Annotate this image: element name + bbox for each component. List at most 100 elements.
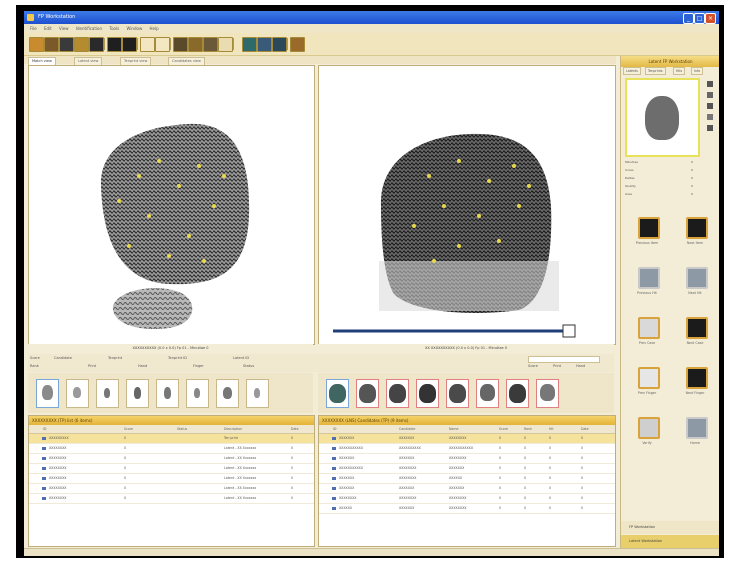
maximize-button[interactable]: □: [694, 13, 705, 24]
right-fingerprint-pane[interactable]: [318, 65, 616, 345]
table-row[interactable]: XXXXXXX XXXXXXX XXXXXXX 0 0 0 0: [319, 484, 615, 494]
table-row[interactable]: XXXXXX XXXXXXX XXXXXXXX 0 0 0 0: [319, 504, 615, 514]
rotate-icon[interactable]: [707, 92, 713, 98]
table-row[interactable]: XXXXXXXX 0 Latent - XX Xxxxxxx 0: [29, 464, 314, 474]
open-icon[interactable]: [29, 37, 44, 52]
thumbnail[interactable]: [536, 379, 559, 408]
table-row[interactable]: XXXXXXXX XXXXXXXX XXXXXXXX 0 0 0 0: [319, 494, 615, 504]
score-label: Score: [30, 356, 40, 360]
thumbnail[interactable]: [446, 379, 469, 408]
menu-file[interactable]: File: [30, 24, 37, 33]
thumbnail[interactable]: [36, 379, 59, 408]
next-finger-button[interactable]: Next Finger: [673, 361, 717, 407]
edit-icon[interactable]: [707, 125, 713, 131]
column-header[interactable]: Hit: [549, 425, 554, 433]
thumbnail[interactable]: [476, 379, 499, 408]
thumbnail[interactable]: [186, 379, 209, 408]
contrast-icon[interactable]: [707, 114, 713, 120]
enhance-icon[interactable]: [203, 37, 218, 52]
flip-icon[interactable]: [707, 103, 713, 109]
thumbnail[interactable]: [506, 379, 529, 408]
table-row[interactable]: XXXXXXXX 0 Latent - XX Xxxxxxx 0: [29, 494, 314, 504]
prev-finger-button[interactable]: Prev Finger: [625, 361, 669, 407]
menu-help[interactable]: Help: [150, 24, 159, 33]
table-row[interactable]: XXXXXXX XXXXXXX XXXXXXXX 0 0 0 0: [319, 454, 615, 464]
tab-latents[interactable]: Latents: [623, 67, 641, 75]
thumbnail[interactable]: [96, 379, 119, 408]
thumbnail[interactable]: [156, 379, 179, 408]
table-row[interactable]: XXXXXXX XXXXXXX XXXXXXXX 0 0 0 0: [319, 434, 615, 444]
back-icon[interactable]: [89, 37, 104, 52]
left-fingerprint-pane[interactable]: [28, 65, 315, 345]
column-header[interactable]: Date: [581, 425, 589, 433]
tab-tenprint-view[interactable]: Tenprint view: [120, 57, 152, 65]
menu-edit[interactable]: Edit: [44, 24, 52, 33]
rotate-left-icon[interactable]: [155, 37, 170, 52]
thumbnail[interactable]: [326, 379, 349, 408]
column-header[interactable]: Rank: [524, 425, 532, 433]
color-icon[interactable]: [218, 37, 233, 52]
previous-item-button[interactable]: Previous Item: [625, 211, 669, 257]
minimize-button[interactable]: _: [683, 13, 694, 24]
menu-tools[interactable]: Tools: [109, 24, 119, 33]
column-header[interactable]: ID: [333, 425, 336, 433]
column-header[interactable]: Candidate: [399, 425, 415, 433]
verify-button[interactable]: Verify: [625, 411, 669, 457]
table-row[interactable]: XXXXXXXX 0 Latent - XX Xxxxxxx 0: [29, 474, 314, 484]
column-header[interactable]: Status: [177, 425, 187, 433]
prev-case-button[interactable]: Prev Case: [625, 311, 669, 357]
column-header[interactable]: ID: [43, 425, 46, 433]
menu-view[interactable]: View: [59, 24, 69, 33]
thumbnail[interactable]: [356, 379, 379, 408]
next-case-button[interactable]: Next Case: [673, 311, 717, 357]
table-row[interactable]: XXXXXXX XXXXXXXX XXXXXX 0 0 0 0: [319, 474, 615, 484]
thumbnail[interactable]: [246, 379, 269, 408]
table-row[interactable]: XXXXXXXXXXX XXXXXXXX XXXXXXX 0 0 0 0: [319, 464, 615, 474]
column-header[interactable]: Name: [449, 425, 458, 433]
next-item-button[interactable]: Next Item: [673, 211, 717, 257]
column-header[interactable]: Score: [124, 425, 133, 433]
home-button[interactable]: Home: [673, 411, 717, 457]
zoom-in-icon[interactable]: [122, 37, 137, 52]
close-button[interactable]: ×: [705, 13, 716, 24]
thumbnail[interactable]: [66, 379, 89, 408]
save-icon[interactable]: [44, 37, 59, 52]
gray-icon[interactable]: [242, 37, 257, 52]
score-field[interactable]: [528, 356, 600, 363]
thumbnail[interactable]: [126, 379, 149, 408]
thumbnail[interactable]: [386, 379, 409, 408]
latent-workstation-link[interactable]: Latent Workstation: [621, 535, 719, 548]
tab-tenprints[interactable]: Tenprints: [645, 67, 666, 75]
table-row[interactable]: XXXXXXXX 0 Latent - XX Xxxxxxx 0: [29, 454, 314, 464]
rotate-right-icon[interactable]: [173, 37, 188, 52]
table-row[interactable]: XXXXXXXXX 0 Ten print 0: [29, 434, 314, 444]
filter-icon[interactable]: [257, 37, 272, 52]
forward-icon[interactable]: [107, 37, 122, 52]
column-header[interactable]: Score: [499, 425, 508, 433]
tab-hits[interactable]: Hits: [673, 67, 686, 75]
table-row[interactable]: XXXXXXXXXXX XXXXXXXXXX XXXXXXXXXXX 0 0 0…: [319, 444, 615, 454]
column-header[interactable]: Description: [224, 425, 242, 433]
menu-window[interactable]: Window: [126, 24, 142, 33]
preview-thumbnail[interactable]: [625, 78, 700, 157]
compare-icon[interactable]: [272, 37, 287, 52]
table-row[interactable]: XXXXXXXX 0 Latent - XX Xxxxxxx 0: [29, 484, 314, 494]
next-hit-button[interactable]: Next Hit: [673, 261, 717, 307]
tab-candidates-view[interactable]: Candidates view: [168, 57, 205, 65]
tab-info[interactable]: Info: [691, 67, 704, 75]
tab-latent-view[interactable]: Latent view: [74, 57, 103, 65]
tab-match-view[interactable]: Match view: [28, 57, 56, 65]
column-header[interactable]: Date: [291, 425, 299, 433]
table-row[interactable]: XXXXXXXX 0 Latent - XX Xxxxxxx 0: [29, 444, 314, 454]
fp-workstation-link[interactable]: FP Workstation: [621, 521, 719, 534]
thumbnail[interactable]: [416, 379, 439, 408]
scan-icon[interactable]: [74, 37, 89, 52]
thumbnail[interactable]: [216, 379, 239, 408]
zoom-out-icon[interactable]: [140, 37, 155, 52]
print-icon[interactable]: [59, 37, 74, 52]
settings-icon[interactable]: [290, 37, 305, 52]
previous-hit-button[interactable]: Previous Hit: [625, 261, 669, 307]
zoom-icon[interactable]: [707, 81, 713, 87]
minutiae-icon[interactable]: [188, 37, 203, 52]
menu-identification[interactable]: Identification: [76, 24, 102, 33]
